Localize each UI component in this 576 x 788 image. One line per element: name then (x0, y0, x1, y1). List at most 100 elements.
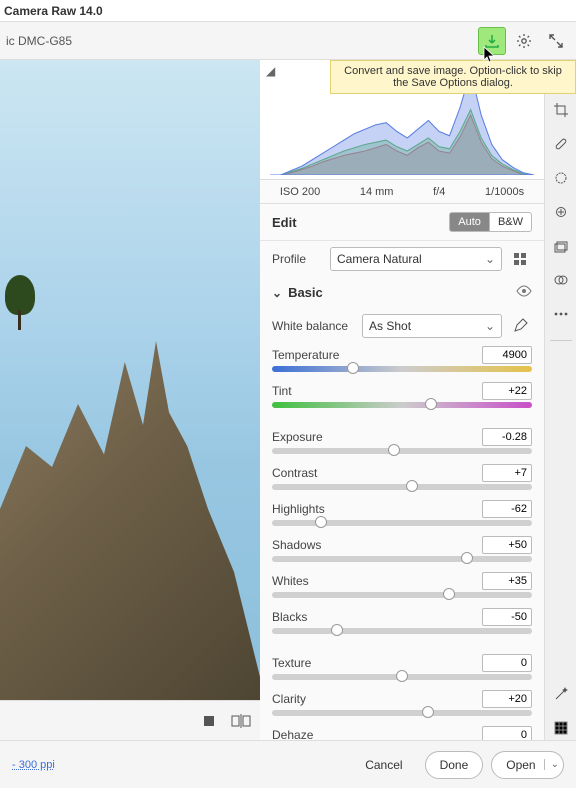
temperature-value-input[interactable] (482, 346, 532, 364)
workflow-link[interactable]: - 300 ppi (12, 759, 351, 771)
shutter-value: 1/1000s (485, 186, 524, 198)
temperature-knob[interactable] (347, 362, 359, 374)
edit-title: Edit (272, 215, 449, 230)
temperature-label: Temperature (272, 348, 339, 362)
clarity-value-input[interactable] (482, 690, 532, 708)
wb-label: White balance (272, 319, 356, 333)
profile-select[interactable]: Camera Natural (330, 247, 502, 271)
aperture-value: f/4 (433, 186, 445, 198)
open-button[interactable]: Open ⌄ (491, 751, 564, 779)
chevron-down-icon[interactable]: ⌄ (544, 759, 559, 770)
shadow-clip-icon[interactable]: ◢ (266, 64, 275, 78)
snapshot-tool[interactable] (549, 234, 573, 258)
fit-view-button[interactable] (198, 710, 220, 732)
blacks-value-input[interactable] (482, 608, 532, 626)
contrast-value-input[interactable] (482, 464, 532, 482)
contrast-knob[interactable] (406, 480, 418, 492)
dehaze-value-input[interactable] (482, 726, 532, 740)
side-toolbar (544, 60, 576, 740)
clarity-knob[interactable] (422, 706, 434, 718)
exposure-label: Exposure (272, 430, 323, 444)
wb-select[interactable]: As Shot (362, 314, 502, 338)
bw-button[interactable]: B&W (490, 212, 532, 232)
bottom-bar: - 300 ppi Cancel Done Open ⌄ (0, 740, 576, 788)
contrast-track[interactable] (272, 484, 532, 490)
highlights-knob[interactable] (315, 516, 327, 528)
exposure-value-input[interactable] (482, 428, 532, 446)
blacks-slider-row: Blacks (260, 606, 544, 642)
highlights-track[interactable] (272, 520, 532, 526)
healing-tool[interactable] (549, 132, 573, 156)
visibility-toggle[interactable] (516, 285, 532, 300)
whites-track[interactable] (272, 592, 532, 598)
dots-icon (553, 306, 569, 322)
compare-view-button[interactable] (230, 710, 252, 732)
texture-label: Texture (272, 656, 311, 670)
clarity-track[interactable] (272, 710, 532, 716)
shadows-value-input[interactable] (482, 536, 532, 554)
focal-length-value: 14 mm (360, 186, 394, 198)
tint-value-input[interactable] (482, 382, 532, 400)
grid-view-tool[interactable] (549, 716, 573, 740)
stack-icon (553, 238, 569, 254)
shadows-track[interactable] (272, 556, 532, 562)
texture-knob[interactable] (396, 670, 408, 682)
texture-value-input[interactable] (482, 654, 532, 672)
save-image-button[interactable] (478, 27, 506, 55)
basic-section-header[interactable]: ⌄ Basic (260, 277, 544, 308)
white-balance-row: White balance As Shot (260, 308, 544, 344)
texture-track[interactable] (272, 674, 532, 680)
contrast-slider-row: Contrast (260, 462, 544, 498)
save-tooltip: Convert and save image. Option-click to … (330, 60, 576, 94)
preset-tool[interactable] (549, 268, 573, 292)
exposure-track[interactable] (272, 448, 532, 454)
grid-icon (512, 251, 528, 267)
crop-tool[interactable] (549, 98, 573, 122)
exposure-slider-row: Exposure (260, 426, 544, 462)
clarity-slider-row: Clarity (260, 688, 544, 724)
wb-eyedropper-button[interactable] (508, 314, 532, 338)
eye-icon (516, 285, 532, 297)
whites-value-input[interactable] (482, 572, 532, 590)
plus-eye-icon (553, 204, 569, 220)
blacks-knob[interactable] (331, 624, 343, 636)
tint-track[interactable] (272, 402, 532, 408)
whites-knob[interactable] (443, 588, 455, 600)
chevron-down-icon: ⌄ (272, 286, 282, 300)
dehaze-slider-row: Dehaze (260, 724, 544, 740)
settings-button[interactable] (510, 27, 538, 55)
highlights-value-input[interactable] (482, 500, 532, 518)
tint-label: Tint (272, 384, 292, 398)
iso-value: ISO 200 (280, 186, 320, 198)
highlights-slider-row: Highlights (260, 498, 544, 534)
image-preview[interactable] (0, 60, 260, 740)
exposure-knob[interactable] (388, 444, 400, 456)
dehaze-label: Dehaze (272, 728, 313, 740)
magic-tool[interactable] (549, 682, 573, 706)
done-button[interactable]: Done (425, 751, 484, 779)
wand-icon (553, 686, 569, 702)
shadows-slider-row: Shadows (260, 534, 544, 570)
wb-value: As Shot (369, 319, 411, 333)
title-bar: Camera Raw 14.0 (0, 0, 576, 22)
temperature-track[interactable] (272, 366, 532, 372)
tint-slider-row: Tint (260, 380, 544, 416)
redeye-tool[interactable] (549, 200, 573, 224)
tint-knob[interactable] (425, 398, 437, 410)
shadows-knob[interactable] (461, 552, 473, 564)
fullscreen-button[interactable] (542, 27, 570, 55)
auto-button[interactable]: Auto (449, 212, 490, 232)
circles-icon (553, 272, 569, 288)
mask-tool[interactable] (549, 166, 573, 190)
app-title: Camera Raw 14.0 (4, 4, 103, 18)
blacks-track[interactable] (272, 628, 532, 634)
camera-model-label: ic DMC-G85 (6, 34, 474, 48)
profile-browser-button[interactable] (508, 247, 532, 271)
more-tool[interactable] (549, 302, 573, 326)
preview-footer (0, 700, 260, 740)
profile-row: Profile Camera Natural (260, 241, 544, 277)
image-metadata: ISO 200 14 mm f/4 1/1000s (260, 180, 544, 204)
main-area: ◢ ◣ ISO 200 14 mm f/4 1/1000s Edit Auto … (0, 60, 576, 740)
preview-tree (0, 270, 40, 330)
cancel-button[interactable]: Cancel (351, 751, 416, 779)
